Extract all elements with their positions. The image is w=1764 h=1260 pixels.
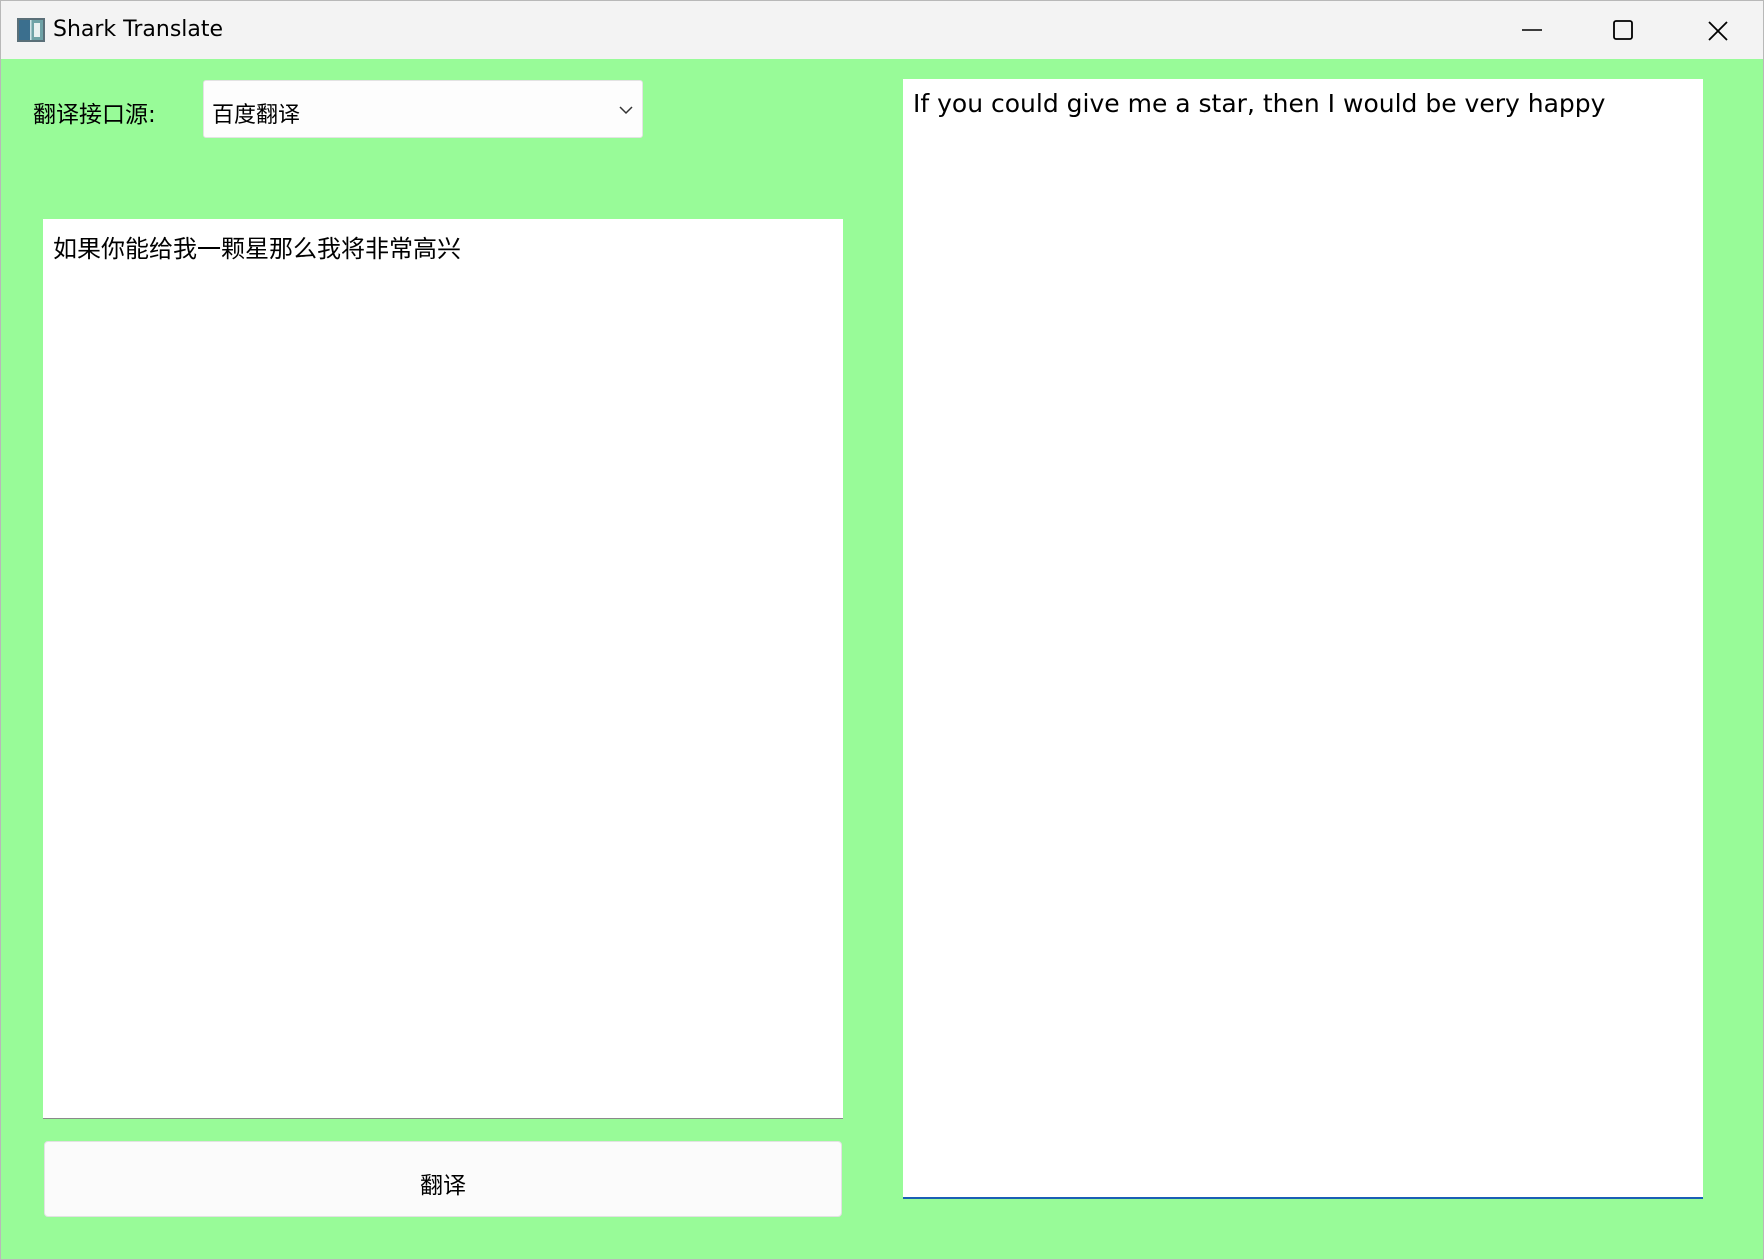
source-text-area[interactable]: 如果你能给我一颗星那么我将非常高兴 — [43, 219, 843, 1119]
close-icon — [1708, 21, 1728, 41]
translation-source-value: 百度翻译 — [212, 103, 301, 128]
minimize-button[interactable] — [1485, 1, 1577, 59]
maximize-icon — [1613, 20, 1633, 40]
result-text: If you could give me a star, then I woul… — [913, 89, 1606, 118]
source-text: 如果你能给我一颗星那么我将非常高兴 — [53, 235, 461, 263]
minimize-icon — [1522, 29, 1542, 31]
result-text-area[interactable]: If you could give me a star, then I woul… — [903, 79, 1703, 1199]
app-window: Shark Translate 翻译接口源: 百度翻译 如果你能给我一颗星那么我… — [0, 0, 1764, 1260]
translation-source-select[interactable]: 百度翻译 — [203, 80, 643, 138]
close-button[interactable] — [1671, 1, 1763, 59]
translate-button[interactable]: 翻译 — [44, 1141, 842, 1217]
title-bar[interactable]: Shark Translate — [1, 1, 1763, 59]
app-window-icon — [17, 18, 45, 42]
window-title: Shark Translate — [53, 17, 224, 42]
translation-source-label: 翻译接口源: — [33, 102, 156, 128]
chevron-down-icon — [619, 106, 633, 115]
translate-button-label: 翻译 — [420, 1173, 466, 1199]
maximize-button[interactable] — [1576, 1, 1668, 59]
